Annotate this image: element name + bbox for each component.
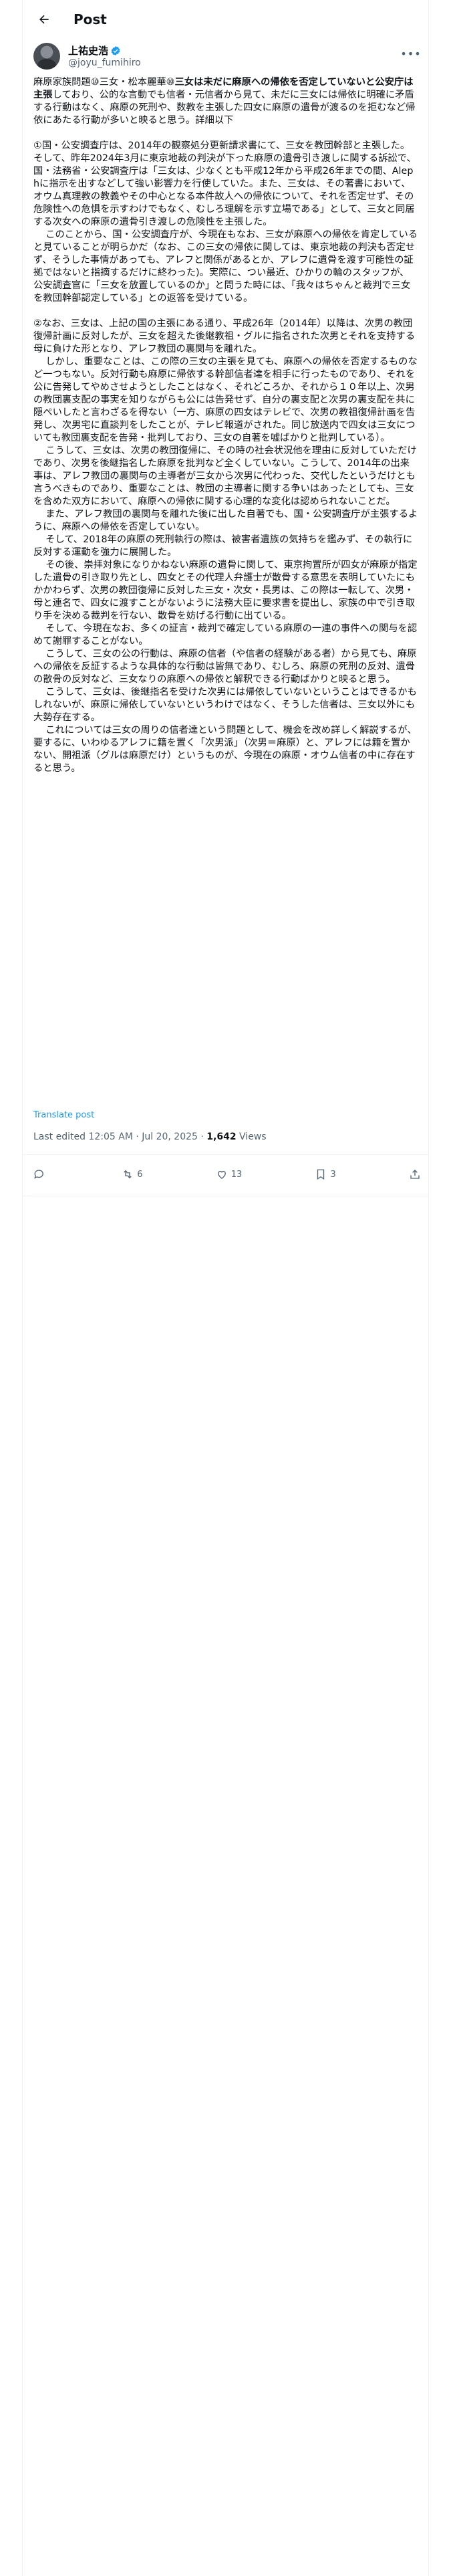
views-count: 1,642	[206, 1132, 237, 1142]
author-name-row: 上祐史浩	[68, 43, 121, 58]
like-count: 13	[231, 1169, 243, 1180]
share-button[interactable]	[409, 1168, 421, 1180]
author-name[interactable]: 上祐史浩	[68, 43, 108, 58]
bookmark-icon	[317, 1169, 325, 1180]
post-page: Post 上祐史浩 @joyu_fumihiro ••• 麻原家族問題⑩三女・松…	[0, 0, 451, 2576]
views-label: Views	[236, 1132, 267, 1142]
more-button[interactable]: •••	[400, 45, 422, 62]
reply-icon	[34, 1170, 43, 1179]
post-paragraph-2: ②なお、三女は、上記の国の主張にある通り、平成26年（2014年）以降は、次男の…	[33, 318, 418, 774]
repost-button[interactable]: 6	[122, 1168, 143, 1180]
repost-count: 6	[137, 1169, 143, 1180]
translate-post-link[interactable]: Translate post	[33, 1110, 94, 1120]
bookmark-button[interactable]: 3	[315, 1168, 336, 1180]
repost-icon	[124, 1170, 132, 1179]
more-icon: •••	[400, 47, 422, 60]
page-title: Post	[73, 11, 107, 27]
post-text: 麻原家族問題⑩三女・松本麗華⑩三女は未だに麻原への帰依を否定していないと公安庁は…	[33, 76, 418, 775]
post-timestamp[interactable]: Last edited 12:05 AM · Jul 20, 2025 ·	[33, 1132, 206, 1142]
right-border	[428, 0, 429, 2576]
verified-badge-icon	[111, 45, 120, 56]
post-intro: しており、公的な言動でも信者・元信者から見て、未だに三女には帰依に明確に矛盾する…	[33, 90, 416, 126]
divider-top	[23, 1154, 428, 1155]
top-bar: Post	[23, 0, 428, 39]
post-paragraph-1: ①国・公安調査庁は、2014年の観察処分更新請求書にて、三女を教団幹部と主張した…	[33, 140, 418, 304]
post-meta: Last edited 12:05 AM · Jul 20, 2025 · 1,…	[33, 1132, 267, 1142]
author-handle[interactable]: @joyu_fumihiro	[68, 58, 141, 68]
like-icon	[217, 1170, 226, 1179]
back-button[interactable]	[32, 7, 56, 31]
reply-button[interactable]	[33, 1168, 49, 1180]
left-border	[22, 0, 23, 2576]
bookmark-count: 3	[330, 1169, 336, 1180]
action-bar: 6 13 3	[33, 1162, 421, 1186]
back-arrow-icon	[39, 15, 49, 24]
post-header: 上祐史浩 @joyu_fumihiro •••	[33, 43, 421, 76]
post-lead: 麻原家族問題⑩三女・松本麗華⑩	[33, 77, 175, 88]
avatar[interactable]	[33, 43, 60, 70]
share-icon	[410, 1170, 420, 1179]
like-button[interactable]: 13	[216, 1168, 243, 1180]
